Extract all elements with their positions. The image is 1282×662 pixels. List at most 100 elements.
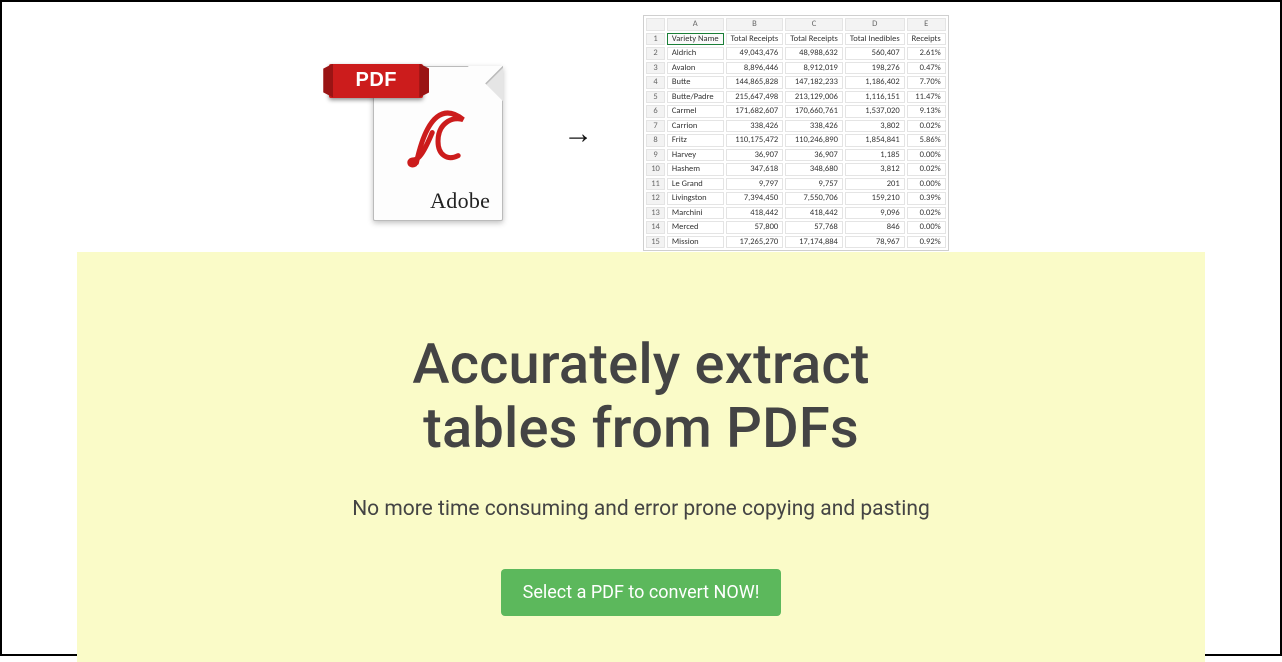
cell: Butte: [667, 76, 724, 89]
cell: Carmel: [667, 105, 724, 118]
cell: 7,550,706: [785, 192, 843, 205]
cell: 0.00%: [907, 178, 946, 191]
cell: Harvey: [667, 149, 724, 162]
cell: 78,967: [845, 236, 905, 249]
col-header: B: [726, 18, 784, 31]
cell: 110,175,472: [726, 134, 784, 147]
hero-heading-line2: tables from PDFs: [423, 395, 859, 461]
cell: 110,246,890: [785, 134, 843, 147]
hero-heading-line1: Accurately extract: [412, 331, 869, 397]
cell: 1,185: [845, 149, 905, 162]
cell: 338,426: [785, 120, 843, 133]
row-number: 11: [646, 178, 665, 191]
cell: 3,802: [845, 120, 905, 133]
pdf-badge: PDF: [329, 64, 423, 98]
row-number: 4: [646, 76, 665, 89]
table-row: 15Mission17,265,27017,174,88478,9670.92%: [646, 236, 945, 249]
cell: 17,265,270: [726, 236, 784, 249]
table-row: 6Carmel171,682,607170,660,7611,537,0209.…: [646, 105, 945, 118]
cell: 171,682,607: [726, 105, 784, 118]
header-cell: Total Inedibles: [845, 33, 905, 46]
cell: 418,442: [726, 207, 784, 220]
col-header: [646, 18, 665, 31]
table-row: 10Hashem347,618348,6803,8120.02%: [646, 163, 945, 176]
cell: 8,912,019: [785, 62, 843, 75]
cell: 49,043,476: [726, 47, 784, 60]
hero-subtitle: No more time consuming and error prone c…: [77, 497, 1205, 521]
table-row: 2Aldrich49,043,47648,988,632560,4072.61%: [646, 47, 945, 60]
table-row: 8Fritz110,175,472110,246,8901,854,8415.8…: [646, 134, 945, 147]
hero-section: Accurately extract tables from PDFs No m…: [77, 252, 1205, 662]
cell: Hashem: [667, 163, 724, 176]
header-cell: Total Receipts: [785, 33, 843, 46]
cell: 0.02%: [907, 163, 946, 176]
cell: 170,660,761: [785, 105, 843, 118]
cell: 0.02%: [907, 120, 946, 133]
cell: 11.47%: [907, 91, 946, 104]
cell: 1,116,151: [845, 91, 905, 104]
cell: 348,680: [785, 163, 843, 176]
cell: 1,186,402: [845, 76, 905, 89]
cell: 0.02%: [907, 207, 946, 220]
cell: 147,182,233: [785, 76, 843, 89]
cell: Marchini: [667, 207, 724, 220]
cell: 7.70%: [907, 76, 946, 89]
cell: 213,129,006: [785, 91, 843, 104]
cell: 215,647,498: [726, 91, 784, 104]
table-row: 7Carrion338,426338,4263,8020.02%: [646, 120, 945, 133]
row-number: 1: [646, 33, 665, 46]
col-header: A: [667, 18, 724, 31]
cell: 36,907: [785, 149, 843, 162]
cell: 198,276: [845, 62, 905, 75]
row-number: 5: [646, 91, 665, 104]
cell: 7,394,450: [726, 192, 784, 205]
cell: 159,210: [845, 192, 905, 205]
header-cell: Variety Name: [667, 33, 724, 46]
cell: 3,812: [845, 163, 905, 176]
row-number: 13: [646, 207, 665, 220]
cell: 560,407: [845, 47, 905, 60]
cell: Butte/Padre: [667, 91, 724, 104]
adobe-swirl-icon: [402, 98, 474, 170]
cell: 2.61%: [907, 47, 946, 60]
pdf-file-icon: Adobe PDF: [333, 46, 513, 221]
row-number: 14: [646, 221, 665, 234]
cell: Mission: [667, 236, 724, 249]
cell: Le Grand: [667, 178, 724, 191]
cell: 9,797: [726, 178, 784, 191]
cell: 36,907: [726, 149, 784, 162]
row-number: 10: [646, 163, 665, 176]
cell: 57,800: [726, 221, 784, 234]
cell: 48,988,632: [785, 47, 843, 60]
cell: Merced: [667, 221, 724, 234]
col-header: C: [785, 18, 843, 31]
cell: Aldrich: [667, 47, 724, 60]
cell: 9,096: [845, 207, 905, 220]
cell: Fritz: [667, 134, 724, 147]
cell: Avalon: [667, 62, 724, 75]
table-row: 13Marchini418,442418,4429,0960.02%: [646, 207, 945, 220]
cell: 0.00%: [907, 221, 946, 234]
col-header: E: [907, 18, 946, 31]
cell: 0.92%: [907, 236, 946, 249]
spreadsheet-preview: ABCDE1Variety NameTotal ReceiptsTotal Re…: [643, 15, 948, 251]
cell: 1,854,841: [845, 134, 905, 147]
cell: 347,618: [726, 163, 784, 176]
cell: 0.47%: [907, 62, 946, 75]
table-row: 4Butte144,865,828147,182,2331,186,4027.7…: [646, 76, 945, 89]
table-row: 12Livingston7,394,4507,550,706159,2100.3…: [646, 192, 945, 205]
table-row: 11Le Grand9,7979,7572010.00%: [646, 178, 945, 191]
hero-heading: Accurately extract tables from PDFs: [77, 332, 1205, 461]
illustration-row: Adobe PDF → ABCDE1Variety NameTotal Rece…: [2, 2, 1280, 252]
row-number: 9: [646, 149, 665, 162]
cell: 5.86%: [907, 134, 946, 147]
select-pdf-button[interactable]: Select a PDF to convert NOW!: [501, 569, 782, 616]
cell: 9,757: [785, 178, 843, 191]
cell: Livingston: [667, 192, 724, 205]
cell: 0.39%: [907, 192, 946, 205]
cell: 8,896,446: [726, 62, 784, 75]
row-number: 3: [646, 62, 665, 75]
row-number: 7: [646, 120, 665, 133]
cell: 17,174,884: [785, 236, 843, 249]
cell: 846: [845, 221, 905, 234]
